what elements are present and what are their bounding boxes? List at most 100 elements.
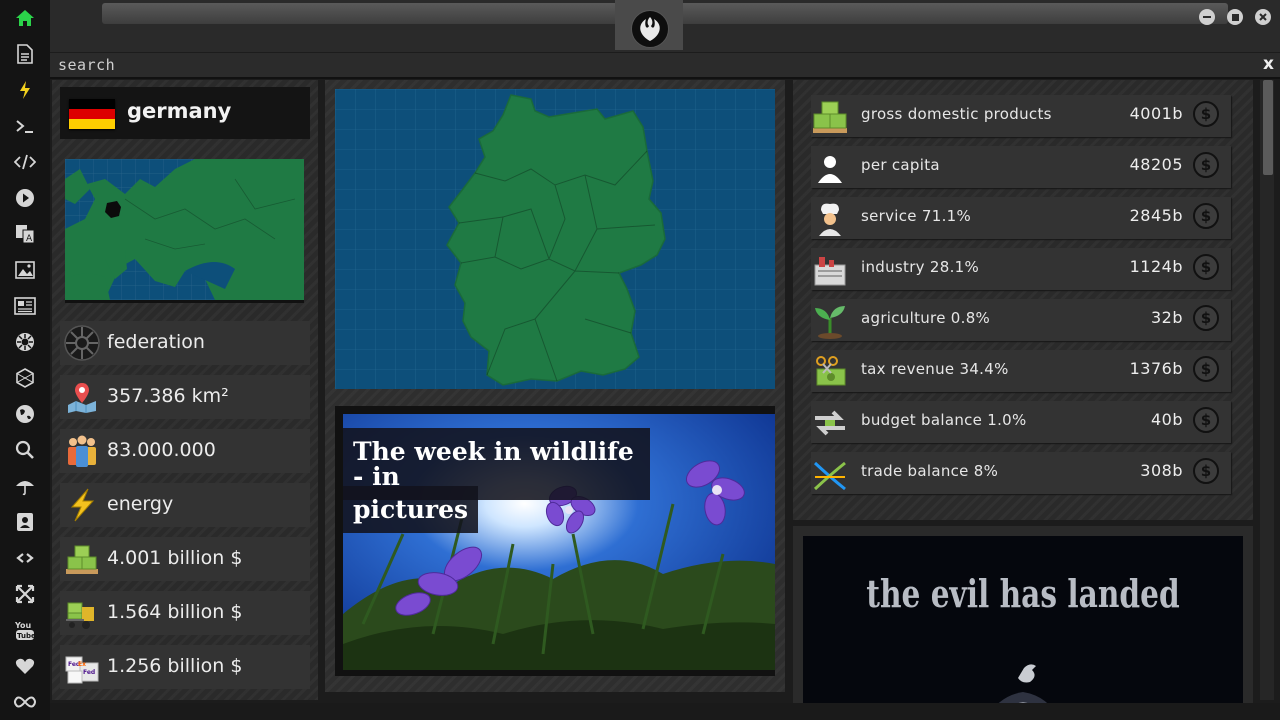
stat-label: service 71.1%: [861, 207, 972, 225]
bottom-bar: [50, 703, 1280, 720]
stat-row-industry: industry 28.1% 1124b $: [811, 248, 1231, 290]
chef-icon: [819, 203, 841, 236]
country-map[interactable]: [335, 89, 775, 389]
news-headline-line2[interactable]: pictures: [343, 486, 479, 533]
youtube-icon[interactable]: You Tube: [13, 618, 37, 642]
sprout-icon: [815, 306, 845, 339]
stat-label: agriculture 0.8%: [861, 309, 991, 327]
news-icon[interactable]: [13, 294, 37, 318]
population-icon: [68, 435, 96, 467]
stat-row-budget-balance: budget balance 1.0% 40b $: [811, 401, 1231, 443]
area-row: 357.386 km²: [60, 375, 310, 419]
minimize-button[interactable]: [1199, 9, 1215, 25]
dollar-icon[interactable]: $: [1193, 458, 1219, 484]
stat-label: industry 28.1%: [861, 258, 980, 276]
gdp-text: 4.001 billion $: [107, 547, 243, 569]
search-icon[interactable]: [13, 438, 37, 462]
infinity-icon[interactable]: [13, 690, 37, 714]
population-row: 83.000.000: [60, 429, 310, 473]
forklift-money-icon: [66, 602, 94, 629]
document-icon[interactable]: [13, 42, 37, 66]
trade-cross-icon: [813, 461, 846, 491]
stat-value: 48205: [1129, 155, 1183, 174]
stat-label: budget balance 1.0%: [861, 411, 1027, 429]
code-icon[interactable]: [13, 150, 37, 174]
close-search-button[interactable]: x: [1263, 54, 1274, 74]
stat-row-agriculture: agriculture 0.8% 32b $: [811, 299, 1231, 341]
hexagon-icon[interactable]: [13, 366, 37, 390]
country-header: germany: [60, 87, 310, 139]
settings-icon[interactable]: [13, 330, 37, 354]
dollar-icon[interactable]: $: [1193, 407, 1219, 433]
svg-text:Fed: Fed: [83, 669, 95, 676]
person-icon: [818, 156, 842, 183]
link-icon[interactable]: [13, 546, 37, 570]
germany-flag-icon: [69, 99, 115, 129]
heart-icon[interactable]: [13, 654, 37, 678]
money-pallet-icon: [66, 545, 98, 574]
maximize-button[interactable]: [1227, 9, 1243, 25]
export-text: 1.256 billion $: [107, 655, 243, 677]
home-icon[interactable]: [13, 6, 37, 30]
close-window-button[interactable]: [1255, 9, 1271, 25]
stat-label: gross domestic products: [861, 105, 1052, 123]
globe-icon[interactable]: [13, 402, 37, 426]
europe-minimap[interactable]: [65, 159, 304, 303]
contact-icon[interactable]: [13, 510, 37, 534]
country-name: germany: [127, 99, 232, 123]
stat-label: tax revenue 34.4%: [861, 360, 1009, 378]
svg-text:Tube: Tube: [17, 632, 36, 640]
svg-text:A: A: [26, 234, 33, 244]
dollar-icon[interactable]: $: [1193, 152, 1219, 178]
search-label[interactable]: search: [58, 56, 115, 74]
energy-text: energy: [107, 493, 174, 515]
stat-value: 32b: [1150, 308, 1183, 327]
dollar-icon[interactable]: $: [1193, 254, 1219, 280]
dollar-icon[interactable]: $: [1193, 356, 1219, 382]
expand-icon[interactable]: [13, 582, 37, 606]
stat-row-per-capita: per capita 48205 $: [811, 146, 1231, 188]
stat-value: 1376b: [1129, 359, 1183, 378]
factory-icon: [814, 257, 846, 286]
scrollbar-thumb[interactable]: [1263, 80, 1273, 175]
stat-value: 1124b: [1129, 257, 1183, 276]
budget-text: 1.564 billion $: [107, 601, 243, 623]
government-text: federation: [107, 331, 205, 353]
dollar-icon[interactable]: $: [1193, 101, 1219, 127]
stat-value: 4001b: [1129, 104, 1183, 123]
svg-text:You: You: [14, 621, 32, 630]
dollar-icon[interactable]: $: [1193, 203, 1219, 229]
image-icon[interactable]: [13, 258, 37, 282]
budget-row: 1.564 billion $: [60, 591, 310, 635]
search-bar[interactable]: search x: [50, 53, 1280, 79]
stat-value: 308b: [1140, 461, 1183, 480]
stat-row-gdp: gross domestic products 4001b $: [811, 95, 1231, 137]
gdp-row: 4.001 billion $: [60, 537, 310, 581]
rebel-alliance-icon[interactable]: [631, 10, 669, 48]
stat-row-trade-balance: trade balance 8% 308b $: [811, 452, 1231, 494]
stat-value: 40b: [1150, 410, 1183, 429]
lightning-icon[interactable]: [13, 78, 37, 102]
stat-row-service: service 71.1% 2845b $: [811, 197, 1231, 239]
tax-scissors-icon: [816, 356, 846, 386]
fedex-boxes-icon: Fed Ex Fed: [65, 656, 99, 684]
lightning-icon: [70, 488, 95, 522]
energy-row: energy: [60, 483, 310, 527]
evil-banner[interactable]: the evil has landed: [803, 536, 1243, 720]
banner-text: the evil has landed: [866, 571, 1180, 616]
umbrella-icon[interactable]: [13, 474, 37, 498]
empire-emblem-icon: [64, 325, 100, 361]
terminal-icon[interactable]: [13, 114, 37, 138]
translate-icon[interactable]: A: [13, 222, 37, 246]
exchange-arrows-icon: [815, 410, 845, 436]
population-text: 83.000.000: [107, 439, 216, 461]
government-row: federation: [60, 321, 310, 365]
sidebar-rail: A You Tube: [0, 0, 50, 720]
money-pallet-icon: [813, 101, 847, 133]
svg-text:Ex: Ex: [78, 661, 86, 668]
dollar-icon[interactable]: $: [1193, 305, 1219, 331]
stat-label: trade balance 8%: [861, 462, 999, 480]
stat-label: per capita: [861, 156, 940, 174]
play-icon[interactable]: [13, 186, 37, 210]
map-pin-icon: [68, 383, 96, 413]
